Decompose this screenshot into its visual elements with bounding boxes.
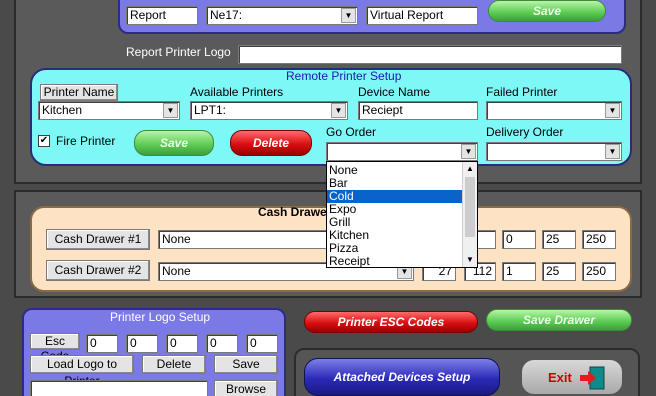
remote-save-button[interactable]: Save (134, 130, 214, 156)
scroll-up-icon[interactable]: ▲ (463, 162, 477, 176)
failed-printer-label: Failed Printer (486, 85, 558, 99)
logo-delete-button[interactable]: Delete (142, 355, 206, 374)
report-logo-field[interactable] (238, 45, 622, 64)
exit-door-icon (580, 366, 605, 390)
remote-title: Remote Printer Setup (286, 69, 402, 83)
cash-drawer-1-code-3[interactable]: 0 (502, 230, 536, 249)
chevron-down-icon[interactable]: ▼ (605, 103, 620, 118)
esc-code-4[interactable]: 0 (206, 334, 238, 353)
device-name-field[interactable]: Reciept (358, 101, 478, 120)
chevron-down-icon[interactable]: ▼ (341, 8, 356, 23)
dropdown-scrollbar[interactable]: ▲ ▼ (462, 162, 477, 267)
go-order-label: Go Order (326, 125, 377, 139)
fire-printer-checkbox[interactable]: ✔ (38, 135, 50, 147)
printer-name-button[interactable]: Printer Name (40, 84, 118, 101)
exit-button[interactable]: Exit (520, 358, 624, 396)
top-save-button[interactable]: Save (488, 0, 606, 22)
cash-drawer-2-code-5[interactable]: 250 (582, 262, 616, 281)
available-printers-label: Available Printers (190, 85, 284, 99)
printer-esc-codes-button[interactable]: Printer ESC Codes (304, 311, 478, 333)
chevron-down-icon[interactable]: ▼ (331, 103, 346, 118)
chevron-down-icon[interactable]: ▼ (163, 103, 178, 118)
printer-name-value: Kitchen (42, 103, 83, 117)
delivery-order-combo[interactable]: ▼ (486, 142, 622, 161)
cash-drawer-1-code-5[interactable]: 250 (582, 230, 616, 249)
esc-code-1[interactable]: 0 (86, 334, 118, 353)
esc-code-3[interactable]: 0 (166, 334, 198, 353)
dropdown-option[interactable]: Receipt (327, 255, 463, 268)
go-order-dropdown-list[interactable]: None Bar Cold Expo Grill Kitchen Pizza Receipt … (326, 161, 478, 268)
esc-code-5[interactable]: 0 (246, 334, 278, 353)
save-drawer-button[interactable]: Save Drawer (486, 309, 632, 331)
exit-label: Exit (548, 370, 572, 385)
remote-delete-button[interactable]: Delete (230, 130, 312, 156)
report-printer-combo[interactable]: Ne17: ▼ (206, 6, 358, 25)
browse-button[interactable]: Browse (214, 380, 278, 396)
virtual-report-field[interactable]: Virtual Report (366, 6, 478, 25)
cash-drawer-2-button[interactable]: Cash Drawer #2 (46, 260, 150, 281)
logo-save-button[interactable]: Save (214, 355, 278, 374)
attached-devices-button[interactable]: Attached Devices Setup (304, 358, 500, 396)
cash-drawer-2-code-4[interactable]: 25 (542, 262, 576, 281)
delivery-order-label: Delivery Order (486, 125, 564, 139)
cash-drawer-1-button[interactable]: Cash Drawer #1 (46, 229, 150, 250)
esc-code-2[interactable]: 0 (126, 334, 158, 353)
esc-code-button[interactable]: Esc Code (30, 333, 80, 363)
available-printers-combo[interactable]: LPT1: ▼ (190, 101, 348, 120)
available-printers-value: LPT1: (194, 103, 227, 117)
cash-drawer-title: Cash Drawer (258, 205, 332, 219)
cash-drawer-1-printer: None (162, 232, 191, 246)
logo-path-field[interactable] (30, 380, 208, 396)
cash-drawer-2-code-3[interactable]: 1 (502, 262, 536, 281)
report-logo-label: Report Printer Logo (126, 45, 231, 59)
printer-name-combo[interactable]: Kitchen ▼ (38, 101, 180, 120)
cash-drawer-2-printer: None (162, 264, 191, 278)
report-printer-value: Ne17: (210, 8, 243, 22)
cash-drawer-1-code-4[interactable]: 25 (542, 230, 576, 249)
scroll-down-icon[interactable]: ▼ (463, 253, 477, 267)
dropdown-items: None Bar Cold Expo Grill Kitchen Pizza Receipt (327, 164, 463, 268)
printer-logo-title: Printer Logo Setup (110, 310, 211, 324)
report-field[interactable]: Report (126, 6, 198, 25)
device-name-label: Device Name (358, 85, 431, 99)
load-logo-button[interactable]: Load Logo to Printer (30, 355, 134, 388)
failed-printer-combo[interactable]: ▼ (486, 101, 622, 120)
go-order-combo[interactable]: ▼ (326, 142, 478, 161)
chevron-down-icon[interactable]: ▼ (605, 144, 620, 159)
fire-printer-label: Fire Printer (56, 134, 116, 148)
check-icon: ✔ (39, 135, 49, 146)
chevron-down-icon[interactable]: ▼ (461, 144, 476, 159)
scroll-thumb[interactable] (465, 177, 475, 237)
